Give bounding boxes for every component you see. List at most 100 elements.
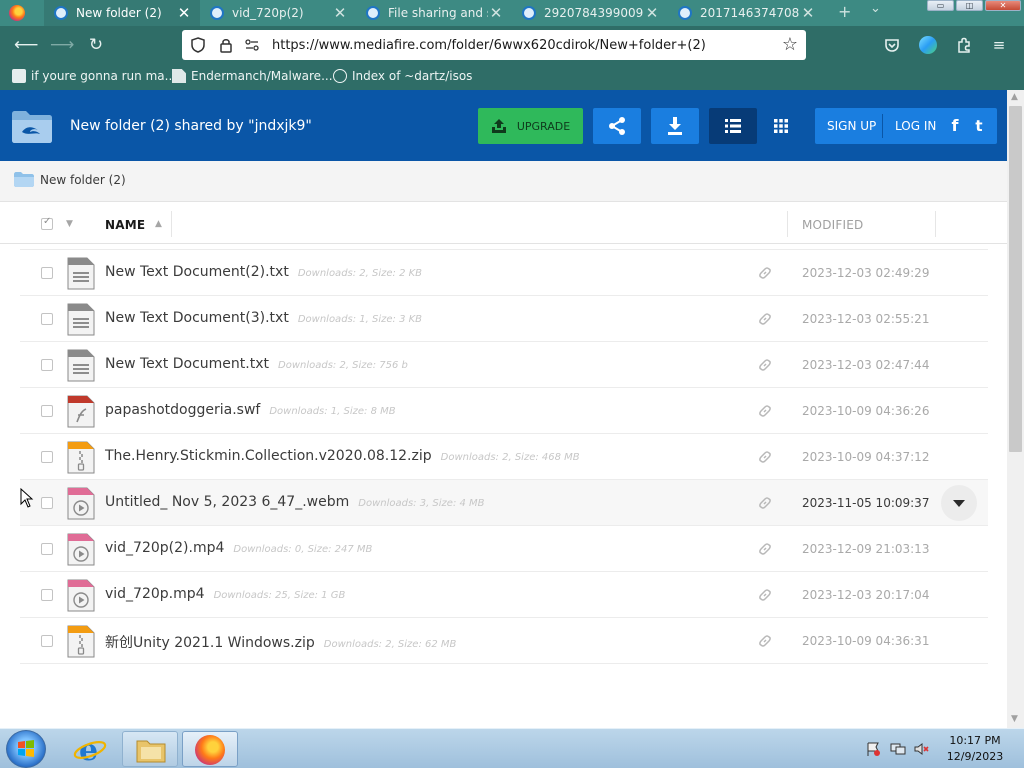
row-checkbox[interactable] [41, 635, 53, 647]
table-row[interactable]: The.Henry.Stickmin.Collection.v2020.08.1… [20, 434, 988, 480]
page-scrollbar[interactable]: ▲ ▼ [1007, 90, 1024, 728]
close-icon[interactable]: ✕ [644, 4, 660, 22]
network-icon[interactable] [890, 742, 906, 756]
table-row[interactable]: vid_720p.mp4 Downloads: 25, Size: 1 GB 20… [20, 572, 988, 618]
maximize-button[interactable]: ◫ [956, 0, 983, 11]
log-in-link[interactable]: LOG IN [895, 119, 936, 133]
more-options-button[interactable] [941, 485, 977, 521]
system-clock[interactable]: 10:17 PM 12/9/2023 [940, 733, 1010, 765]
scroll-thumb[interactable] [1009, 106, 1022, 452]
file-name[interactable]: The.Henry.Stickmin.Collection.v2020.08.1… [105, 448, 580, 464]
file-list: New Text Document(2).txt Downloads: 2, Si… [0, 245, 1007, 728]
tab-2017146374708[interactable]: 2017146374708 ✕ [668, 0, 824, 26]
close-icon[interactable]: ✕ [176, 4, 192, 22]
shield-icon[interactable] [190, 37, 206, 53]
lock-icon[interactable] [218, 37, 234, 53]
table-row[interactable]: vid_720p(2).mp4 Downloads: 0, Size: 247 M… [20, 526, 988, 572]
column-modified[interactable]: MODIFIED [802, 218, 863, 232]
file-name[interactable]: New Text Document(3).txt Downloads: 1, Si… [105, 310, 422, 326]
link-icon[interactable] [758, 404, 772, 418]
scroll-up-icon[interactable]: ▲ [1011, 92, 1018, 102]
bookmark-star-icon[interactable]: ☆ [782, 34, 798, 55]
row-checkbox[interactable] [41, 497, 53, 509]
minimize-button[interactable]: ▭ [927, 0, 954, 11]
close-icon[interactable]: ✕ [800, 4, 816, 22]
forward-button[interactable]: ⟶ [50, 35, 74, 55]
pocket-icon[interactable] [883, 36, 901, 54]
tab-file-sharing[interactable]: File sharing and st ✕ [356, 0, 512, 26]
extensions-icon[interactable] [955, 36, 973, 54]
list-tabs-button[interactable]: ⌄ [870, 1, 881, 16]
navigation-toolbar: ⟵ ⟶ ↻ https://www.mediafire.com/folder/6… [0, 26, 1024, 64]
list-view-button[interactable] [709, 108, 757, 144]
bookmark-item[interactable]: Endermanch/Malware... [172, 69, 333, 83]
mediafire-header: New folder (2) shared by "jndxjk9" UPGRA… [0, 90, 1007, 161]
chevron-down-icon[interactable]: ▼ [66, 219, 73, 229]
link-icon[interactable] [758, 634, 772, 648]
twitter-icon[interactable]: t [970, 117, 988, 135]
file-name[interactable]: New Text Document.txt Downloads: 2, Size:… [105, 356, 408, 372]
url-text[interactable]: https://www.mediafire.com/folder/6wwx620… [272, 38, 706, 53]
sign-up-link[interactable]: SIGN UP [827, 119, 876, 133]
scroll-down-icon[interactable]: ▼ [1011, 714, 1018, 724]
table-row[interactable]: papashotdoggeria.swf Downloads: 1, Size: … [20, 388, 988, 434]
row-checkbox[interactable] [41, 405, 53, 417]
upgrade-label: UPGRADE [516, 119, 571, 133]
file-name[interactable]: papashotdoggeria.swf Downloads: 1, Size: … [105, 402, 396, 418]
row-checkbox[interactable] [41, 543, 53, 555]
file-name[interactable]: vid_720p(2).mp4 Downloads: 0, Size: 247 M… [105, 540, 372, 556]
upgrade-button[interactable]: UPGRADE [478, 108, 583, 144]
link-icon[interactable] [758, 588, 772, 602]
close-icon[interactable]: ✕ [488, 4, 504, 22]
file-explorer-button[interactable] [122, 731, 178, 767]
reload-button[interactable]: ↻ [86, 35, 106, 55]
share-button[interactable] [593, 108, 641, 144]
tab-2920784399009[interactable]: 2920784399009 ✕ [512, 0, 668, 26]
file-name[interactable]: Untitled_ Nov 5, 2023 6_47_.webm Download… [105, 494, 485, 510]
bookmark-item[interactable]: Index of ~dartz/isos [333, 69, 472, 83]
internet-explorer-button[interactable]: e [62, 731, 118, 768]
bookmark-item[interactable]: if youre gonna run ma... [12, 69, 176, 83]
link-icon[interactable] [758, 266, 772, 280]
row-checkbox[interactable] [41, 589, 53, 601]
account-icon[interactable] [919, 36, 937, 54]
table-row[interactable]: Untitled_ Nov 5, 2023 6_47_.webm Download… [20, 480, 988, 526]
file-name[interactable]: 新创Unity 2021.1 Windows.zip Downloads: 2, … [105, 632, 456, 652]
breadcrumb-item[interactable]: New folder (2) [14, 172, 126, 187]
sort-ascending-icon[interactable]: ▲ [155, 219, 162, 229]
row-checkbox[interactable] [41, 313, 53, 325]
row-checkbox[interactable] [41, 451, 53, 463]
table-row[interactable]: New Text Document.txt Downloads: 2, Size:… [20, 342, 988, 388]
menu-icon[interactable]: ≡ [990, 36, 1008, 54]
table-row[interactable]: New Text Document(3).txt Downloads: 1, Si… [20, 296, 988, 342]
address-bar[interactable]: https://www.mediafire.com/folder/6wwx620… [182, 30, 806, 60]
link-icon[interactable] [758, 450, 772, 464]
file-name[interactable]: New Text Document(2).txt Downloads: 2, Si… [105, 264, 422, 280]
new-tab-button[interactable]: + [838, 2, 851, 21]
select-all-checkbox[interactable] [41, 216, 53, 230]
firefox-taskbar-button[interactable] [182, 731, 238, 767]
close-icon[interactable]: ✕ [332, 4, 348, 22]
link-icon[interactable] [758, 542, 772, 556]
table-row[interactable]: New Text Document(2).txt Downloads: 2, Si… [20, 250, 988, 296]
flag-icon[interactable] [866, 742, 882, 756]
table-row[interactable]: 新创Unity 2021.1 Windows.zip Downloads: 2, … [20, 618, 988, 664]
link-icon[interactable] [758, 358, 772, 372]
file-name[interactable]: vid_720p.mp4 Downloads: 25, Size: 1 GB [105, 586, 345, 602]
tab-new-folder[interactable]: New folder (2) ✕ [44, 0, 200, 26]
tab-vid-720p-2[interactable]: vid_720p(2) ✕ [200, 0, 356, 26]
start-button[interactable] [6, 730, 46, 768]
firefox-icon[interactable] [9, 5, 25, 21]
volume-muted-icon[interactable] [914, 742, 930, 756]
download-button[interactable] [651, 108, 699, 144]
window-close-button[interactable]: ✕ [985, 0, 1021, 11]
link-icon[interactable] [758, 312, 772, 326]
link-icon[interactable] [758, 496, 772, 510]
back-button[interactable]: ⟵ [14, 35, 38, 55]
row-checkbox[interactable] [41, 359, 53, 371]
grid-view-button[interactable] [757, 108, 805, 144]
permissions-icon[interactable] [244, 37, 260, 53]
facebook-icon[interactable]: f [946, 117, 964, 135]
row-checkbox[interactable] [41, 267, 53, 279]
column-name[interactable]: NAME [105, 218, 145, 232]
